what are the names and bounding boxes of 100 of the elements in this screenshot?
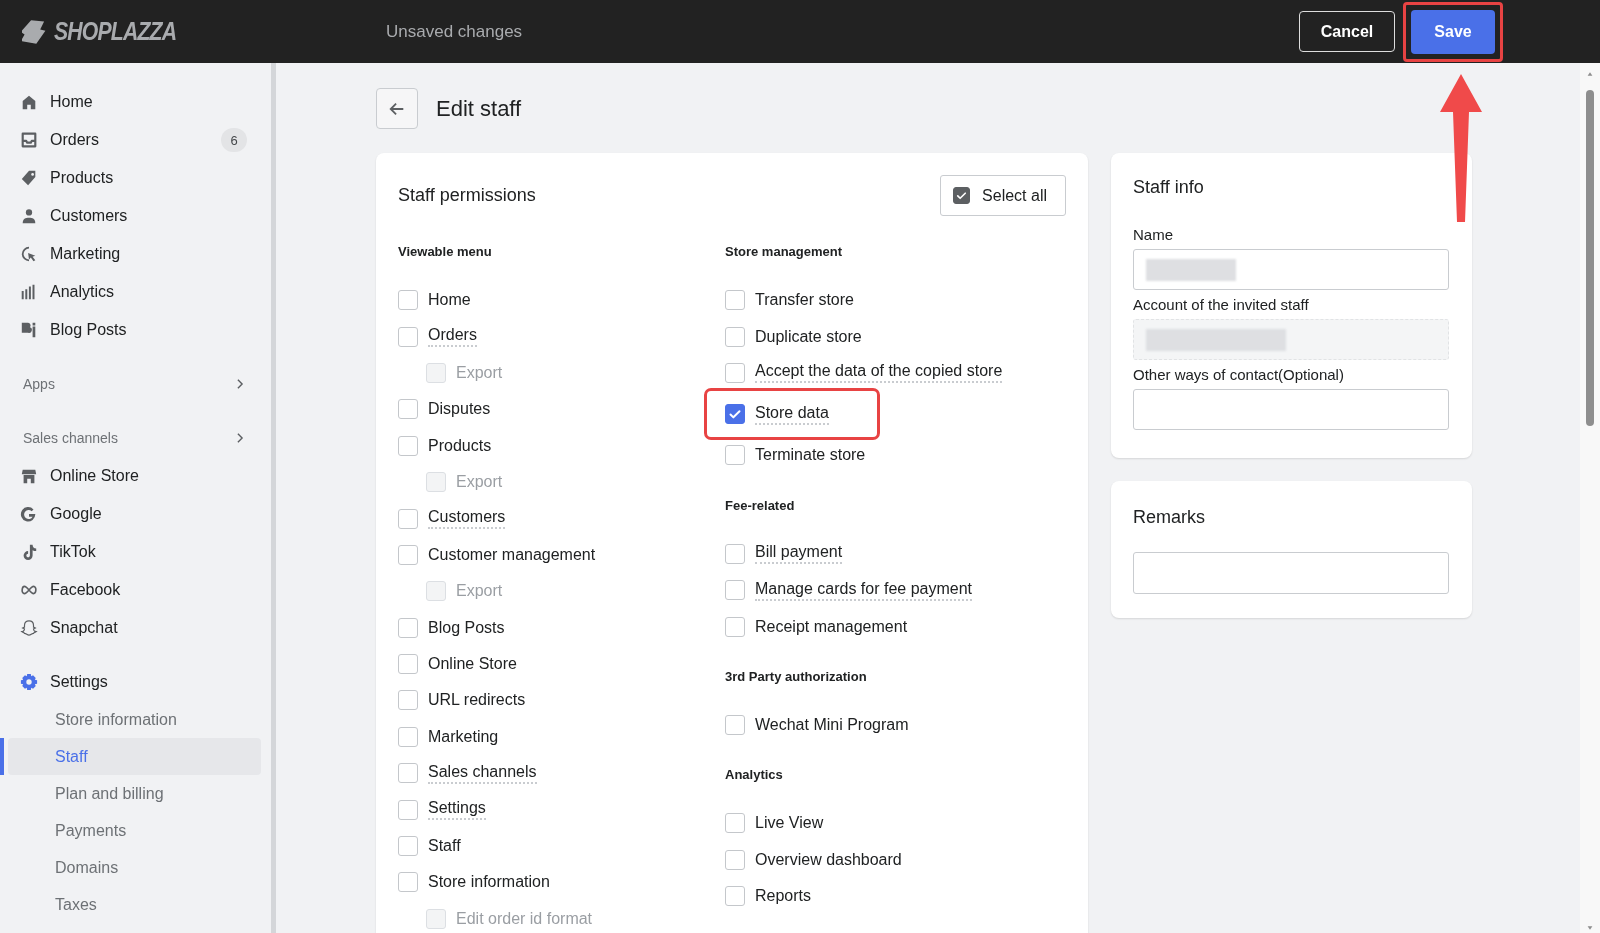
checkbox[interactable] bbox=[398, 763, 418, 784]
checkbox[interactable] bbox=[398, 799, 418, 820]
section-heading: Sales channels bbox=[23, 430, 118, 446]
group-heading: Viewable menu bbox=[398, 244, 493, 261]
scrollbar[interactable] bbox=[1580, 63, 1600, 933]
checkbox[interactable] bbox=[725, 714, 745, 735]
select-all-button[interactable]: Select all bbox=[940, 175, 1066, 216]
scroll-down-icon bbox=[1585, 925, 1595, 931]
blog-icon bbox=[20, 321, 38, 339]
logo-icon bbox=[22, 17, 48, 46]
sidebar-item[interactable]: Analytics bbox=[0, 273, 271, 311]
page-title: Edit staff bbox=[436, 95, 522, 122]
sidebar-item[interactable]: Products bbox=[0, 159, 271, 197]
section-heading: Apps bbox=[23, 376, 55, 392]
checkbox-label[interactable]: Bill payment bbox=[755, 543, 843, 565]
checkbox-label[interactable]: Settings bbox=[428, 799, 486, 821]
input-field[interactable] bbox=[1133, 389, 1449, 430]
sidebar-item[interactable]: TikTok bbox=[0, 533, 271, 571]
checkbox[interactable] bbox=[398, 544, 418, 565]
checkbox-label[interactable]: Home bbox=[428, 291, 471, 310]
back-button[interactable] bbox=[376, 88, 418, 129]
sidebar-subitem[interactable]: Plan and billing bbox=[0, 775, 271, 812]
sidebar-item[interactable]: Customers bbox=[0, 197, 271, 235]
checkbox-label[interactable]: Manage cards for fee payment bbox=[755, 579, 972, 601]
checkbox[interactable] bbox=[398, 435, 418, 456]
checkbox[interactable] bbox=[725, 580, 745, 601]
checkbox-label[interactable]: Receipt management bbox=[755, 617, 908, 636]
checkbox-label[interactable]: Terminate store bbox=[755, 446, 866, 465]
checkbox[interactable] bbox=[398, 399, 418, 420]
sidebar-item[interactable]: Settings bbox=[0, 663, 271, 701]
checkbox-label[interactable]: Online Store bbox=[428, 655, 517, 674]
checkbox-label[interactable]: Disputes bbox=[428, 400, 491, 419]
checkbox-label[interactable]: Customer management bbox=[428, 545, 596, 564]
save-button[interactable]: Save bbox=[1411, 9, 1495, 54]
checkbox-label[interactable]: URL redirects bbox=[428, 691, 526, 710]
checkbox-label[interactable]: Accept the data of the copied store bbox=[755, 362, 1003, 384]
checkbox-label[interactable]: Overview dashboard bbox=[755, 850, 902, 869]
checkbox-label[interactable]: Store data bbox=[755, 403, 829, 425]
sidebar-subitem[interactable]: Store information bbox=[0, 701, 271, 738]
sidebar-item[interactable]: Blog Posts bbox=[0, 311, 271, 349]
sidebar-item[interactable]: Orders 6 bbox=[0, 121, 271, 159]
checkbox-label[interactable]: Duplicate store bbox=[755, 327, 862, 346]
scrollbar-thumb[interactable] bbox=[1586, 90, 1594, 426]
checkbox-label[interactable]: Marketing bbox=[428, 727, 499, 746]
group-heading: Analytics bbox=[725, 767, 784, 785]
sidebar-subitem[interactable]: Taxes bbox=[0, 886, 271, 923]
checkbox[interactable] bbox=[725, 290, 745, 311]
checkbox[interactable] bbox=[398, 290, 418, 311]
checkbox-label[interactable]: Sales channels bbox=[428, 762, 537, 784]
checkbox[interactable] bbox=[398, 872, 418, 893]
card-title: Staff info bbox=[1133, 177, 1205, 198]
checkbox-label[interactable]: Live View bbox=[755, 814, 824, 833]
status-text: Unsaved changes bbox=[386, 21, 524, 42]
group-heading: 3rd Party authorization bbox=[725, 668, 868, 686]
checkbox[interactable] bbox=[398, 726, 418, 747]
checkbox[interactable] bbox=[725, 886, 745, 907]
checkbox-label[interactable]: Staff bbox=[428, 837, 461, 856]
checkbox-label[interactable]: Products bbox=[428, 436, 492, 455]
checkbox-label[interactable]: Transfer store bbox=[755, 291, 854, 310]
sidebar-item[interactable]: Marketing bbox=[0, 235, 271, 273]
sidebar-item[interactable]: Online Store bbox=[0, 457, 271, 495]
sidebar-subitem[interactable]: Payments bbox=[0, 812, 271, 849]
checkbox[interactable] bbox=[398, 690, 418, 711]
settings-icon bbox=[20, 673, 38, 691]
checkbox[interactable] bbox=[398, 508, 418, 529]
checkbox-label[interactable]: Store information bbox=[428, 873, 550, 892]
checkbox[interactable] bbox=[398, 836, 418, 857]
checkbox-label[interactable]: Blog Posts bbox=[428, 618, 505, 637]
logo-text: SHOPLAZZA bbox=[54, 17, 177, 46]
card-title: Staff permissions bbox=[398, 185, 536, 206]
checkbox[interactable] bbox=[953, 187, 971, 204]
field-label: Account of the invited staff bbox=[1133, 296, 1310, 313]
checkbox[interactable] bbox=[725, 849, 745, 870]
home-icon bbox=[20, 93, 38, 111]
checkbox[interactable] bbox=[398, 654, 418, 675]
checkbox-label[interactable]: Wechat Mini Program bbox=[755, 715, 909, 734]
checkbox[interactable] bbox=[725, 445, 745, 466]
checkbox[interactable] bbox=[725, 404, 745, 425]
storefront-icon bbox=[20, 467, 38, 485]
field-label: Name bbox=[1133, 226, 1174, 243]
sidebar-item[interactable]: Facebook bbox=[0, 571, 271, 609]
sidebar-subitem[interactable]: Domains bbox=[0, 849, 271, 886]
checkbox[interactable] bbox=[398, 326, 418, 347]
group-heading: Store management bbox=[725, 244, 844, 261]
checkbox-label[interactable]: Orders bbox=[428, 326, 477, 348]
checkbox[interactable] bbox=[725, 362, 745, 383]
input-field[interactable] bbox=[1133, 552, 1449, 594]
cancel-button[interactable]: Cancel bbox=[1299, 11, 1395, 52]
checkbox-label[interactable]: Reports bbox=[755, 887, 812, 906]
checkbox[interactable] bbox=[725, 326, 745, 347]
sidebar-item[interactable]: Home bbox=[0, 83, 271, 121]
checkbox-label[interactable]: Customers bbox=[428, 508, 506, 530]
checkbox[interactable] bbox=[725, 813, 745, 834]
sidebar-item[interactable]: Snapchat bbox=[0, 609, 271, 647]
input-field[interactable] bbox=[1133, 249, 1449, 290]
sidebar-item[interactable]: Google bbox=[0, 495, 271, 533]
scroll-up-icon bbox=[1585, 71, 1595, 77]
checkbox[interactable] bbox=[725, 616, 745, 637]
checkbox[interactable] bbox=[725, 543, 745, 564]
checkbox[interactable] bbox=[398, 617, 418, 638]
